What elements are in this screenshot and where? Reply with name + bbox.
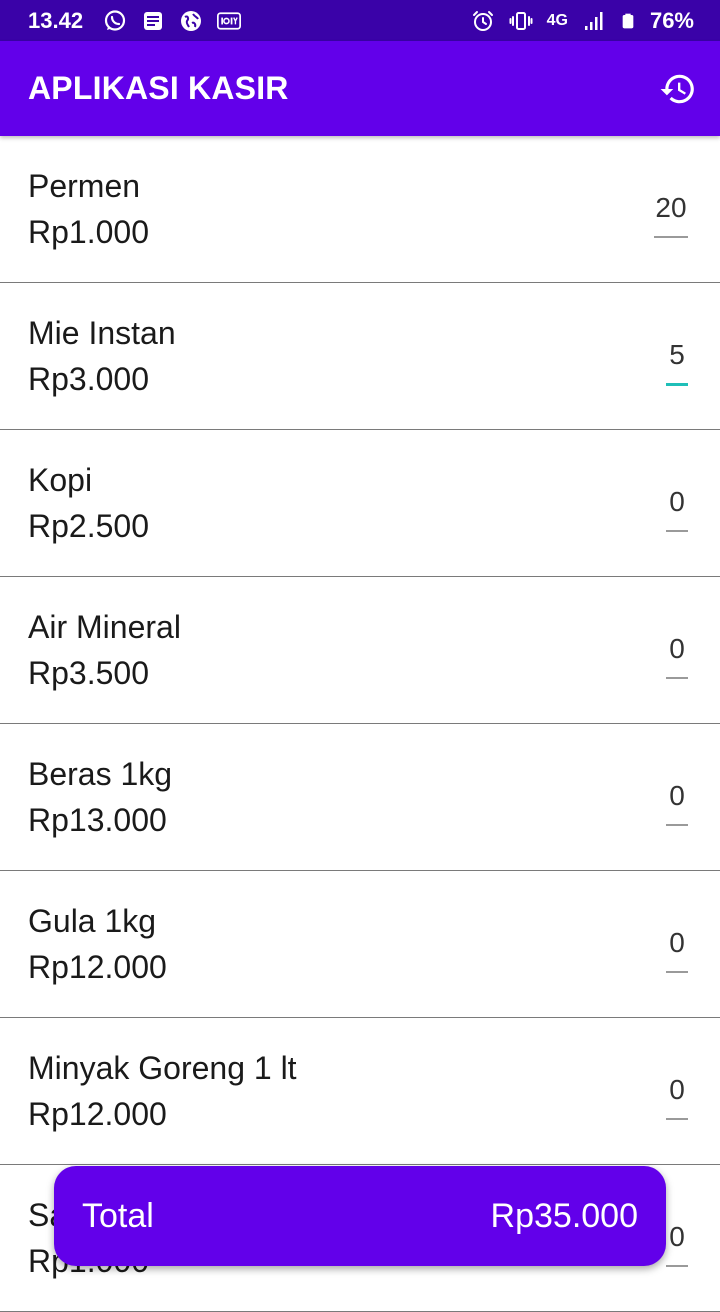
item-name: Mie Instan bbox=[28, 315, 176, 351]
total-bar[interactable]: Total Rp35.000 bbox=[54, 1166, 666, 1266]
quantity-input[interactable]: 0 bbox=[666, 927, 688, 973]
list-item: Mie Instan Rp3.000 5 bbox=[0, 283, 720, 430]
list-item: Minyak Goreng 1 lt Rp12.000 0 bbox=[0, 1018, 720, 1165]
app-title: APLIKASI KASIR bbox=[28, 70, 289, 106]
status-bar: 13.42 4G 76% bbox=[0, 0, 720, 41]
vibrate-icon bbox=[509, 11, 533, 30]
iqiyi-icon bbox=[217, 11, 242, 30]
quantity-input[interactable]: 0 bbox=[666, 486, 688, 532]
network-type: 4G bbox=[546, 11, 568, 29]
list-item: Air Mineral Rp3.500 0 bbox=[0, 577, 720, 724]
battery-icon bbox=[622, 13, 634, 28]
signal-icon bbox=[584, 11, 603, 30]
quantity-input[interactable]: 0 bbox=[666, 780, 688, 826]
total-label: Total bbox=[82, 1196, 154, 1235]
item-price: Rp12.000 bbox=[28, 1096, 167, 1132]
item-name: Air Mineral bbox=[28, 609, 181, 645]
item-name: Gula 1kg bbox=[28, 903, 157, 939]
list-item: Permen Rp1.000 20 bbox=[0, 136, 720, 283]
history-button[interactable] bbox=[658, 69, 698, 109]
item-price: Rp1.000 bbox=[28, 214, 149, 250]
item-name: Beras 1kg bbox=[28, 756, 173, 792]
quantity-input[interactable]: 0 bbox=[666, 1074, 688, 1120]
item-name: Kopi bbox=[28, 462, 93, 498]
quantity-input[interactable]: 20 bbox=[654, 192, 688, 238]
app-bar: APLIKASI KASIR bbox=[0, 41, 720, 136]
news-icon bbox=[144, 11, 163, 30]
item-name: Permen bbox=[28, 168, 141, 204]
item-price: Rp13.000 bbox=[28, 802, 167, 838]
quantity-input[interactable]: 5 bbox=[666, 339, 688, 386]
status-right: 4G 76% bbox=[471, 8, 694, 34]
list-item: Kopi Rp2.500 0 bbox=[0, 430, 720, 577]
item-price: Rp2.500 bbox=[28, 508, 149, 544]
total-value: Rp35.000 bbox=[490, 1196, 638, 1235]
list-item: Beras 1kg Rp13.000 0 bbox=[0, 724, 720, 871]
item-price: Rp12.000 bbox=[28, 949, 167, 985]
item-price: Rp3.000 bbox=[28, 361, 149, 397]
item-price: Rp3.500 bbox=[28, 655, 149, 691]
quantity-input[interactable]: 0 bbox=[666, 1221, 688, 1267]
item-name: Minyak Goreng 1 lt bbox=[28, 1050, 297, 1086]
globe-icon bbox=[181, 10, 202, 31]
history-icon bbox=[660, 74, 694, 103]
battery-percent: 76% bbox=[649, 7, 694, 33]
status-time: 13.42 bbox=[28, 7, 84, 33]
product-list: Permen Rp1.000 20 Mie Instan Rp3.000 5 K… bbox=[0, 136, 720, 1312]
list-item: Gula 1kg Rp12.000 0 bbox=[0, 871, 720, 1018]
quantity-input[interactable]: 0 bbox=[666, 633, 688, 679]
whatsapp-icon bbox=[104, 9, 126, 31]
alarm-icon bbox=[472, 10, 493, 31]
status-left: 13.42 bbox=[28, 7, 242, 34]
